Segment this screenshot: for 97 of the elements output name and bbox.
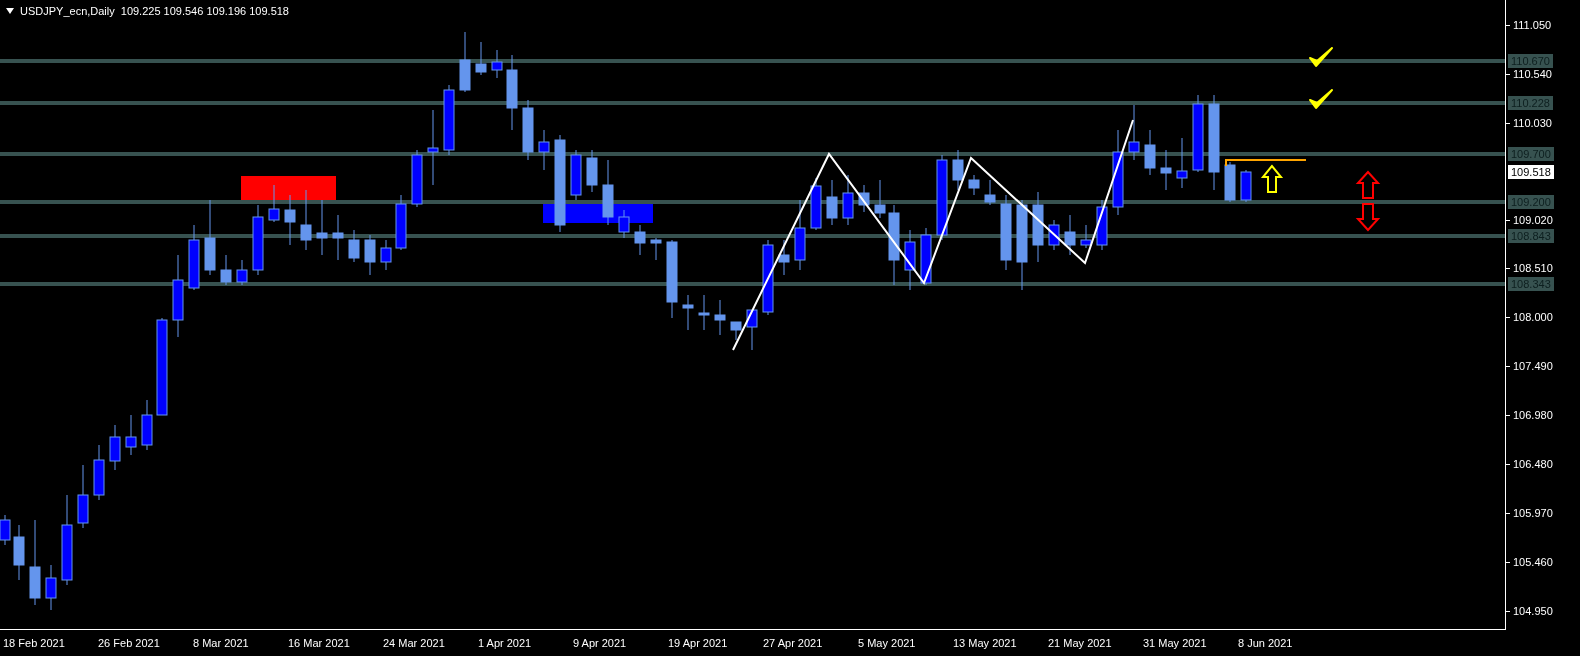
date-label: 5 May 2021 xyxy=(858,636,916,649)
candlestick xyxy=(858,184,870,213)
candlestick xyxy=(952,149,964,191)
candlestick xyxy=(904,229,916,291)
candlestick xyxy=(714,299,726,336)
price-tick-label: 106.980 xyxy=(1513,408,1553,422)
price-tick-label: 106.480 xyxy=(1513,457,1553,471)
date-label: 8 Mar 2021 xyxy=(193,636,249,649)
candlestick xyxy=(475,41,487,76)
candlestick xyxy=(0,514,11,546)
date-label: 9 Apr 2021 xyxy=(573,636,627,649)
candlestick xyxy=(1096,199,1108,251)
price-tick-label: 110.030 xyxy=(1513,116,1552,130)
current-price-label: 109.518 xyxy=(1508,165,1554,179)
candlestick xyxy=(411,149,423,208)
date-label: 27 Apr 2021 xyxy=(763,636,823,649)
candlestick xyxy=(1160,149,1172,191)
candlestick xyxy=(682,294,694,331)
candlestick xyxy=(618,209,630,239)
price-tick-label: 109.020 xyxy=(1513,213,1553,227)
candlestick xyxy=(1224,161,1236,203)
price-tick-label: 104.950 xyxy=(1513,604,1553,618)
date-label: 16 Mar 2021 xyxy=(288,636,350,649)
date-label: 31 May 2021 xyxy=(1143,636,1207,649)
candlestick xyxy=(141,399,153,451)
candlestick xyxy=(1240,169,1252,203)
date-label: 18 Feb 2021 xyxy=(3,636,65,649)
candlestick xyxy=(284,194,296,246)
candlestick xyxy=(77,464,89,529)
price-tick-label: 107.490 xyxy=(1513,359,1553,373)
candlestick xyxy=(920,227,932,286)
check-mark-icon xyxy=(1309,89,1333,109)
candlestick xyxy=(968,174,980,196)
candlestick xyxy=(1144,129,1156,176)
candlestick xyxy=(1176,137,1188,189)
candlestick xyxy=(570,149,582,201)
candlestick xyxy=(586,149,598,193)
symbol-label: USDJPY_ecn,Daily xyxy=(20,4,115,19)
date-label: 8 Jun 2021 xyxy=(1238,636,1293,649)
candlestick xyxy=(109,424,121,471)
candlestick xyxy=(794,199,806,271)
candlestick xyxy=(268,184,280,223)
candlestick xyxy=(826,179,838,226)
price-tick-label: 108.000 xyxy=(1513,310,1553,324)
candlestick xyxy=(443,84,455,156)
candlestick xyxy=(650,237,662,261)
candlestick xyxy=(810,177,822,231)
candlestick xyxy=(538,129,550,171)
date-label: 26 Feb 2021 xyxy=(98,636,160,649)
candlestick xyxy=(698,294,710,331)
candlestick xyxy=(188,224,200,291)
candlestick xyxy=(1080,224,1092,249)
price-tick-label: 105.460 xyxy=(1513,555,1553,569)
date-label: 19 Apr 2021 xyxy=(668,636,728,649)
price-tick-label: 111.050 xyxy=(1513,18,1552,32)
down-arrow-icon xyxy=(1355,203,1381,232)
candlestick xyxy=(842,174,854,226)
candlestick xyxy=(220,254,232,286)
date-label: 1 Apr 2021 xyxy=(478,636,532,649)
candlestick xyxy=(634,224,646,256)
ohlc-values: 109.225 109.546 109.196 109.518 xyxy=(120,4,289,19)
candlestick xyxy=(45,564,57,611)
candlestick xyxy=(778,239,790,276)
candlestick xyxy=(364,234,376,276)
candlestick xyxy=(395,194,407,251)
up-arrow-icon xyxy=(1355,170,1381,199)
price-tick-label: 105.970 xyxy=(1513,506,1553,520)
candlestick xyxy=(236,259,248,286)
candlestick xyxy=(1064,214,1076,256)
candlestick xyxy=(1048,219,1060,251)
candlestick xyxy=(491,49,503,79)
candlestick xyxy=(522,99,534,161)
candlestick xyxy=(459,31,471,93)
candlestick xyxy=(300,189,312,251)
candlestick xyxy=(602,159,614,226)
candlestick xyxy=(348,229,360,263)
candlestick xyxy=(93,444,105,501)
check-mark-icon xyxy=(1309,47,1333,67)
date-label: 13 May 2021 xyxy=(953,636,1017,649)
dropdown-caret-icon[interactable] xyxy=(6,8,14,15)
candlestick xyxy=(332,214,344,261)
price-tick-label: 108.510 xyxy=(1513,261,1553,275)
candlestick xyxy=(1032,191,1044,263)
candlestick xyxy=(874,179,886,219)
price-tick-label: 110.540 xyxy=(1513,67,1552,81)
candlestick xyxy=(380,239,392,271)
candlestick xyxy=(984,179,996,206)
candlestick xyxy=(125,414,137,456)
candlestick xyxy=(746,309,758,351)
candlestick xyxy=(730,321,742,341)
candlestick xyxy=(13,524,25,581)
up-arrow-icon xyxy=(1260,164,1284,193)
candlestick xyxy=(252,204,264,276)
date-label: 21 May 2021 xyxy=(1048,636,1112,649)
candlestick xyxy=(316,199,328,256)
date-label: 24 Mar 2021 xyxy=(383,636,445,649)
candlestick xyxy=(1128,104,1140,161)
